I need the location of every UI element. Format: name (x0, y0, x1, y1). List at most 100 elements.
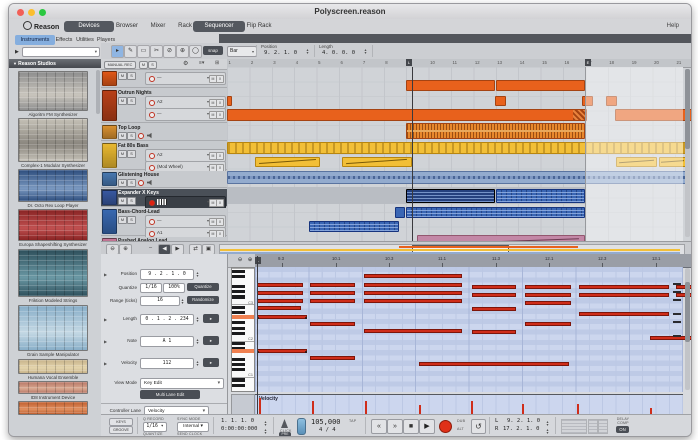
track-mute-button[interactable]: M (118, 72, 127, 80)
track-solo-button[interactable]: S (127, 197, 136, 205)
length-stepper[interactable]: ▴▾ (195, 316, 200, 322)
note-stepper[interactable]: ▴▾ (195, 338, 200, 344)
length-value[interactable]: 0 . 1 . 2 . 234 (140, 314, 194, 325)
q-record-value-dropdown[interactable]: 1/16 ▾ (143, 422, 167, 432)
play-button[interactable]: ▶ (419, 419, 435, 434)
left-locator-marker[interactable]: L (406, 59, 412, 66)
midi-note[interactable] (579, 293, 669, 297)
clip-orange-hatch[interactable] (227, 109, 587, 121)
clip-blue-notes[interactable] (496, 189, 585, 203)
record-button[interactable] (439, 420, 452, 433)
dub-button[interactable]: DUB (457, 419, 465, 423)
clip-orange[interactable] (496, 80, 585, 91)
midi-note[interactable] (257, 283, 303, 287)
track-solo-button[interactable]: S (127, 150, 136, 158)
midi-note[interactable] (364, 291, 462, 295)
track-row[interactable]: Expander X KeysMS▾MX (101, 189, 227, 207)
midi-note[interactable] (310, 322, 355, 326)
track-solo-button[interactable]: S (127, 179, 136, 187)
arrangement-scrollbar-thumb[interactable] (685, 69, 690, 149)
sync-mode-dropdown[interactable]: Internal ▾ (177, 422, 209, 432)
black-key[interactable] (232, 275, 245, 278)
track-mute-button[interactable]: M (118, 197, 127, 205)
browser-section-header[interactable]: ▼ Reason Studios (9, 59, 101, 68)
track-lane[interactable]: —▾MX (145, 108, 226, 121)
zoom-out-icon[interactable]: ⊖ (235, 256, 245, 265)
midi-note[interactable] (257, 299, 303, 303)
midi-note[interactable] (310, 291, 355, 295)
lanes-icon[interactable]: ≡▾ (199, 60, 204, 66)
lane-delete-button[interactable]: X (216, 152, 224, 160)
tap-tempo-label[interactable]: TAP (349, 419, 356, 423)
song-time-stepper[interactable]: ▴▾ (263, 428, 268, 434)
device-list-item[interactable]: Humana Vocal Ensemble (18, 359, 88, 380)
black-key[interactable] (232, 327, 245, 330)
clip-blue-notes[interactable] (406, 207, 585, 218)
device-list-item[interactable]: Grain Sample Manipulator (18, 305, 88, 357)
midi-note[interactable] (472, 293, 516, 297)
rewind-button[interactable]: « (371, 419, 387, 434)
track-solo-button[interactable]: S (127, 97, 136, 105)
song-position-stepper[interactable]: ▴▾ (263, 420, 268, 426)
track-solo-button[interactable]: S (127, 72, 136, 80)
midi-note[interactable] (525, 293, 571, 297)
midi-note[interactable] (310, 356, 355, 360)
black-key[interactable] (232, 332, 245, 335)
search-collapse-arrow[interactable]: ▶ (15, 49, 19, 55)
end-marker[interactable]: E (585, 59, 591, 66)
browser-tab-instruments[interactable]: Instruments (15, 35, 55, 45)
gear-icon[interactable]: ⚙ (183, 60, 188, 67)
midi-note[interactable] (364, 299, 462, 303)
track-solo-button[interactable]: S (127, 216, 136, 224)
selection-tool[interactable]: ▸ (111, 45, 124, 58)
track-lane[interactable]: —▾MX (145, 72, 226, 85)
hand-tool[interactable]: ◯ (189, 45, 202, 58)
black-key[interactable] (232, 378, 245, 381)
track-row[interactable]: MS —▾MX (101, 70, 227, 88)
track-row[interactable]: Bass-Chord-LeadMS—▾MXA1▾MX (101, 208, 227, 236)
lane-delete-button[interactable]: X (216, 111, 224, 119)
midi-note[interactable] (579, 285, 669, 289)
delay-comp-on-button[interactable]: ON (616, 426, 629, 433)
search-input[interactable]: ▾ (22, 47, 100, 57)
loop-on-off-button[interactable]: ↺ (471, 419, 486, 434)
midi-note[interactable] (310, 299, 355, 303)
note-grid[interactable] (255, 267, 683, 392)
black-key[interactable] (232, 295, 245, 298)
midi-note[interactable] (472, 330, 516, 334)
note-value[interactable]: A 1 (140, 336, 194, 347)
track-row[interactable]: Fat 80s BassMSA2▾MX(Mod Wheel)▾MX (101, 142, 227, 170)
click-level-slider[interactable] (297, 418, 306, 435)
editor-ruler[interactable]: 9.310.110.311.111.312.112.313.1L (255, 254, 691, 268)
browser-tab-players[interactable]: Players (93, 35, 119, 45)
midi-note[interactable] (257, 306, 301, 310)
highlighted-key[interactable] (232, 315, 254, 319)
black-key[interactable] (232, 306, 245, 309)
quantize-value-dropdown[interactable]: 1/16 (140, 283, 162, 293)
inspector-position-value[interactable]: 9 . 2 . 1 . 0 (140, 269, 194, 280)
black-key[interactable] (232, 384, 245, 387)
editor-scrollbar-thumb[interactable] (685, 282, 690, 342)
track-mute-button[interactable]: M (118, 179, 127, 187)
record-arm-button[interactable] (138, 133, 144, 139)
black-key[interactable] (232, 363, 245, 366)
track-solo-button[interactable]: S (127, 132, 136, 140)
alt-button[interactable]: ALT (457, 427, 464, 431)
clip-orange[interactable] (495, 96, 506, 106)
song-position-bars[interactable]: 1. 1. 1. 0 (221, 418, 254, 424)
add-lane-icon[interactable]: ⊞ (215, 60, 219, 66)
midi-note[interactable] (472, 285, 516, 289)
track-row[interactable]: Top LoopMS (101, 124, 227, 141)
master-solo-button[interactable]: S (148, 61, 157, 69)
clip-blue-sel[interactable] (406, 189, 495, 203)
randomize-button[interactable]: Randomize (187, 296, 219, 304)
zoom-in-icon[interactable]: ⊕ (245, 256, 255, 265)
device-list-item[interactable]: Dr. Octo Rex Loop Player (18, 169, 88, 208)
clip-blue[interactable] (395, 207, 405, 218)
track-row[interactable]: Glistening HouseMS (101, 171, 227, 188)
black-key[interactable] (232, 270, 245, 273)
length-stepper[interactable]: ▴▾ (363, 48, 368, 54)
velocity-stepper[interactable]: ▴▾ (195, 360, 200, 366)
clip-orange-wave[interactable] (406, 123, 585, 139)
midi-note[interactable] (364, 274, 462, 278)
